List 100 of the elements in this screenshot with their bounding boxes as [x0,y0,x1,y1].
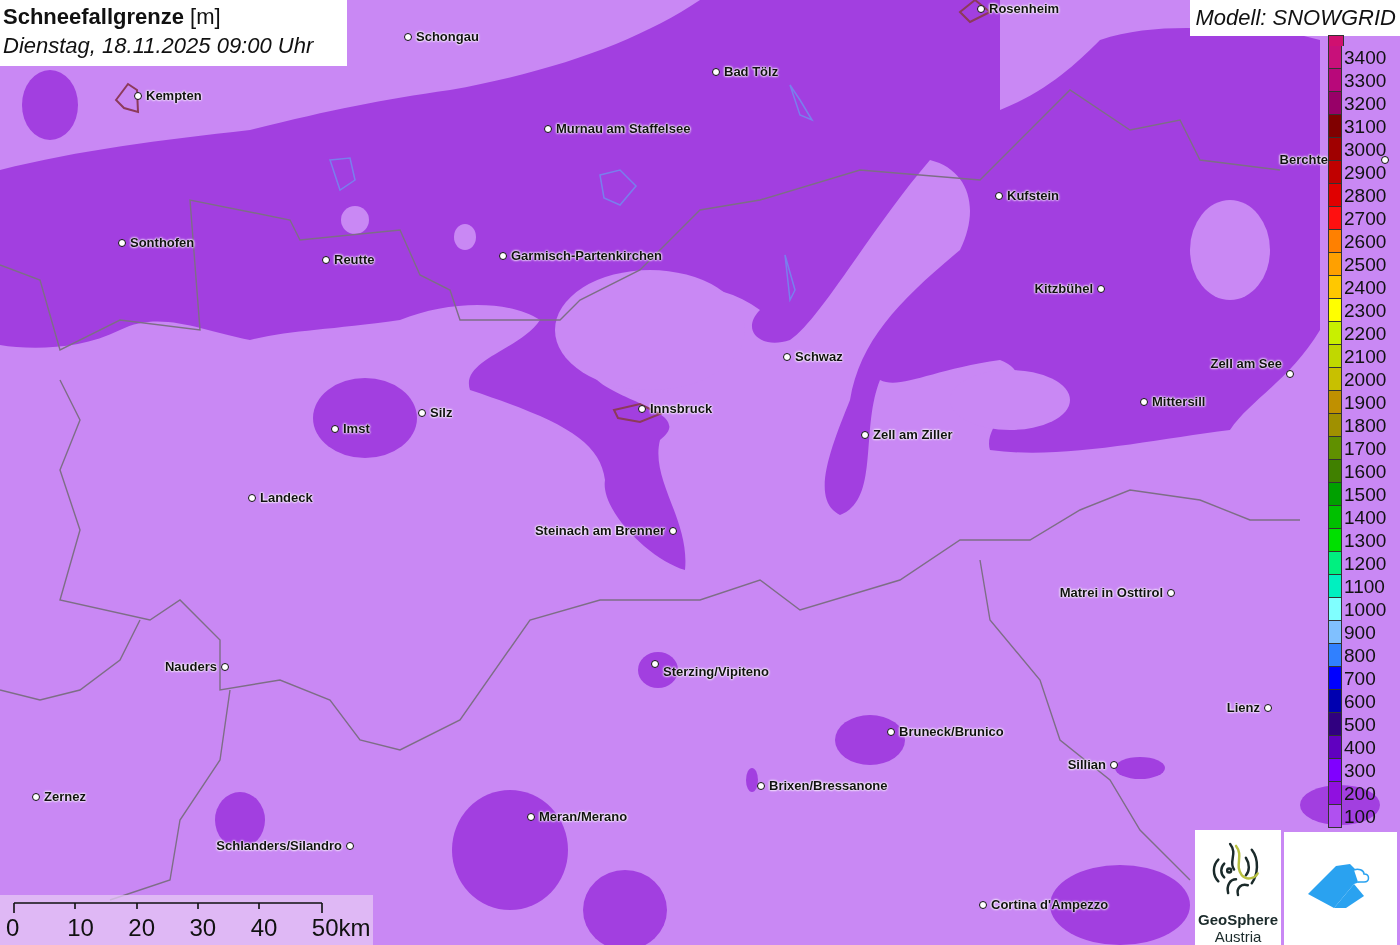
city-label: Cortina d'Ampezzo [991,897,1109,913]
city-label: Schongau [416,29,479,45]
city-label: Berchte [1279,152,1328,168]
city-label: Imst [343,421,370,437]
legend-label: 1900 [1344,392,1387,413]
legend-label: 200 [1344,783,1376,804]
city-marker-icon [1110,761,1118,769]
city-label: Schlanders/Silandro [216,838,342,854]
city-label: Sillian [1067,757,1106,773]
legend-label: 2200 [1344,323,1387,344]
city-marker-icon [527,813,535,821]
city-label: Bad Tölz [724,64,779,80]
legend-label: 2500 [1344,254,1387,275]
city-label: Rosenheim [989,1,1060,17]
scale-label: 40 [250,915,279,941]
city-label: Zell am See [1210,356,1282,372]
legend-label: 400 [1344,737,1376,758]
legend-label: 2000 [1344,369,1387,390]
city-marker-icon [651,660,659,668]
city-marker-icon [712,68,720,76]
legend-label: 100 [1344,806,1376,827]
city-label: Bruneck/Brunico [899,724,1004,740]
legend-label: 2600 [1344,231,1387,252]
legend-label: 2800 [1344,185,1387,206]
scale-label: 50km [311,915,372,941]
legend-label: 2900 [1344,162,1387,183]
city-marker-icon [346,842,354,850]
city-label: Innsbruck [650,401,713,417]
city-marker-icon [995,192,1003,200]
city-label: Silz [430,405,453,421]
legend-label: 1700 [1344,438,1387,459]
city-marker-icon [322,256,330,264]
logo-subtitle: Austria [1214,928,1262,945]
legend-label: 1000 [1344,599,1387,620]
legend-label: 3400 [1344,47,1387,68]
legend-label: 1200 [1344,553,1387,574]
city-label: Murnau am Staffelsee [556,121,691,137]
city-label: Sonthofen [130,235,195,251]
map-title: Schneefallgrenze [m] [3,3,222,31]
city-marker-icon [1381,156,1389,164]
city-marker-icon [1140,398,1148,406]
legend-label: 2700 [1344,208,1387,229]
city-marker-icon [783,353,791,361]
city-label: Kufstein [1007,188,1059,204]
city-marker-icon [757,782,765,790]
legend-label: 900 [1344,622,1376,643]
city-label: Steinach am Brenner [534,523,665,539]
scale-label: 20 [128,915,157,941]
legend-label: 600 [1344,691,1376,712]
legend-label: 1400 [1344,507,1387,528]
legend-label: 3000 [1344,139,1387,160]
city-marker-icon [221,663,229,671]
city-marker-icon [1264,704,1272,712]
city-label: Nauders [164,659,217,675]
legend-label: 2400 [1344,277,1387,298]
city-label: Zell am Ziller [873,427,953,443]
legend-label: 1300 [1344,530,1387,551]
legend-label: 1500 [1344,484,1387,505]
city-label: Kitzbühel [1034,281,1093,297]
city-marker-icon [1167,589,1175,597]
city-marker-icon [669,527,677,535]
city-marker-icon [977,5,985,13]
legend-label: 700 [1344,668,1376,689]
legend-label: 300 [1344,760,1376,781]
forecast-date: Dienstag, 18.11.2025 09:00 Uhr [3,32,315,60]
legend-label: 2300 [1344,300,1387,321]
city-marker-icon [118,239,126,247]
legend-swatch [1328,35,1344,46]
city-marker-icon [861,431,869,439]
city-marker-icon [32,793,40,801]
city-marker-icon [248,494,256,502]
legend-label: 3300 [1344,70,1387,91]
city-label: Brixen/Bressanone [769,778,888,794]
city-marker-icon [418,409,426,417]
legend-label: 500 [1344,714,1376,735]
city-marker-icon [979,901,987,909]
model-label: Modell: SNOWGRID [1189,0,1400,36]
city-label: Meran/Merano [539,809,628,825]
legend-label: 1800 [1344,415,1387,436]
legend-label: 1100 [1344,576,1385,597]
legend-label: 3100 [1344,116,1387,137]
city-marker-icon [134,92,142,100]
city-label: Reutte [334,252,375,268]
city-label: Sterzing/Vipiteno [663,664,769,680]
city-label: Schwaz [795,349,843,365]
legend-label: 800 [1344,645,1376,666]
city-label: Zernez [44,789,86,805]
city-marker-icon [499,252,507,260]
city-marker-icon [1286,370,1294,378]
scale-label: 10 [67,915,95,941]
legend-label: 3200 [1344,93,1387,114]
city-marker-icon [331,425,339,433]
city-label: Mittersill [1152,394,1206,410]
city-marker-icon [887,728,895,736]
city-marker-icon [544,125,552,133]
scale-label: 0 [6,915,21,941]
city-label: Landeck [260,490,313,506]
city-label: Garmisch-Partenkirchen [511,248,662,264]
scale-label: 30 [189,915,218,941]
city-label: Matrei in Osttirol [1059,585,1163,601]
